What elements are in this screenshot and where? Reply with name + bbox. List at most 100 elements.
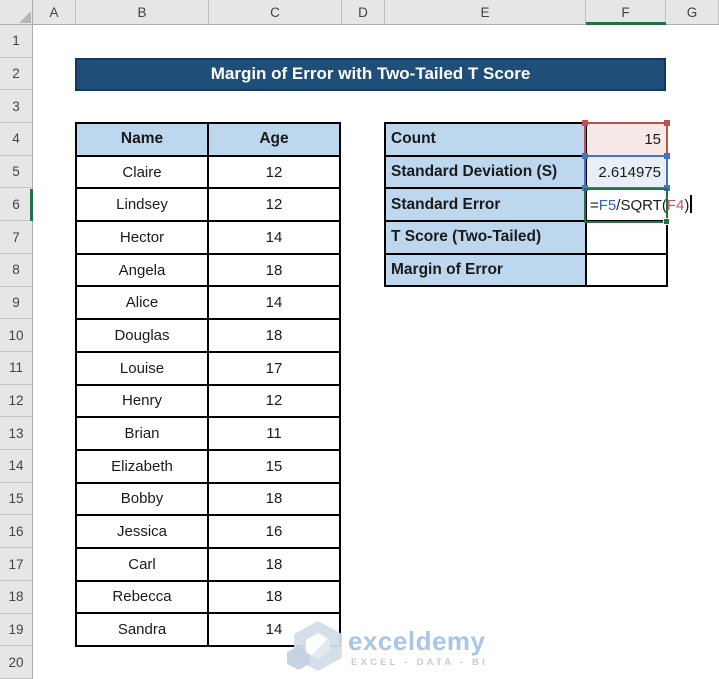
name-cell[interactable]: Sandra	[75, 612, 209, 647]
row-header-12[interactable]: 12	[0, 385, 32, 418]
stat-label-cell[interactable]: Count	[384, 122, 587, 157]
row-headers: 1 2 3 4 5 6 7 8 9 10 11 12 13 14 15 16 17 18 19 20	[0, 25, 33, 679]
stats-table: Count 15 Standard Deviation (S) 2.614975 Sta…	[384, 122, 692, 288]
row-header-18[interactable]: 18	[0, 581, 32, 614]
text-cursor	[690, 195, 692, 214]
row-header-6[interactable]: 6	[0, 189, 32, 222]
age-cell[interactable]: 12	[207, 154, 341, 190]
table-row: Lindsey 12	[75, 187, 341, 223]
age-cell[interactable]: 18	[207, 579, 341, 615]
table-row: Hector 14	[75, 220, 341, 255]
row-header-2[interactable]: 2	[0, 58, 32, 91]
stats-row: Margin of Error	[384, 252, 668, 288]
row-header-9[interactable]: 9	[0, 287, 32, 320]
stat-label-cell[interactable]: Standard Error	[384, 187, 587, 223]
stat-value-cell[interactable]: 2.614975	[585, 154, 668, 190]
table-row: Rebecca 18	[75, 579, 341, 615]
name-cell[interactable]: Jessica	[75, 514, 209, 549]
stats-row: Count 15	[384, 122, 668, 157]
table-row: Angela 18	[75, 252, 341, 288]
name-cell[interactable]: Elizabeth	[75, 448, 209, 484]
title-banner[interactable]: Margin of Error with Two-Tailed T Score	[75, 57, 666, 91]
row-header-3[interactable]: 3	[0, 90, 32, 124]
excel-worksheet: ABCDEFG 1 2 3 4 5 6 7 8 9 10 11 12 13 14 15 16 17 18 19 20 …	[0, 0, 719, 679]
column-header-c[interactable]: C	[209, 0, 342, 24]
row-header-17[interactable]: 17	[0, 548, 32, 581]
formula-token: =	[590, 197, 599, 215]
age-cell[interactable]: 14	[207, 285, 341, 321]
stat-label-cell[interactable]: T Score (Two-Tailed)	[384, 220, 587, 255]
table-row: Henry 12	[75, 383, 341, 419]
name-cell[interactable]: Bobby	[75, 481, 209, 517]
table-header-cell[interactable]: Age	[207, 122, 341, 157]
column-header-g[interactable]: G	[666, 0, 719, 24]
row-header-13[interactable]: 13	[0, 417, 32, 451]
column-header-e[interactable]: E	[385, 0, 586, 24]
row-header-4[interactable]: 4	[0, 123, 32, 156]
age-cell[interactable]: 14	[207, 612, 341, 647]
age-cell[interactable]: 16	[207, 514, 341, 549]
stats-row: T Score (Two-Tailed)	[384, 220, 668, 255]
age-cell[interactable]: 12	[207, 187, 341, 223]
row-header-8[interactable]: 8	[0, 254, 32, 287]
watermark-text: exceldemy EXCEL - DATA - BI	[348, 628, 488, 672]
table-row: Douglas 18	[75, 318, 341, 353]
table-row: Louise 17	[75, 350, 341, 386]
name-cell[interactable]: Douglas	[75, 318, 209, 353]
formula-edit-cell[interactable]: =F5/SQRT(F4)	[585, 187, 692, 223]
formula-token: )	[684, 197, 690, 215]
column-header-a[interactable]: A	[33, 0, 76, 24]
age-cell[interactable]: 18	[207, 252, 341, 288]
watermark-tagline: EXCEL - DATA - BI	[351, 657, 488, 668]
name-cell[interactable]: Rebecca	[75, 579, 209, 615]
column-header-b[interactable]: B	[76, 0, 209, 24]
row-header-1[interactable]: 1	[0, 25, 32, 58]
table-row: Carl 18	[75, 546, 341, 582]
name-cell[interactable]: Lindsey	[75, 187, 209, 223]
stat-value-cell[interactable]	[585, 220, 668, 255]
name-cell[interactable]: Alice	[75, 285, 209, 321]
name-cell[interactable]: Angela	[75, 252, 209, 288]
row-header-11[interactable]: 11	[0, 352, 32, 385]
active-row-indicator	[30, 188, 33, 222]
row-header-19[interactable]: 19	[0, 614, 32, 647]
age-cell[interactable]: 18	[207, 481, 341, 517]
row-header-20[interactable]: 20	[0, 646, 32, 679]
active-column-indicator	[586, 22, 666, 25]
age-cell[interactable]: 15	[207, 448, 341, 484]
age-cell[interactable]: 17	[207, 350, 341, 386]
stats-row: Standard Error =F5/SQRT(F4)	[384, 187, 692, 223]
table-header-cell[interactable]: Name	[75, 122, 209, 157]
row-header-15[interactable]: 15	[0, 483, 32, 516]
column-header-f[interactable]: F	[586, 0, 666, 24]
name-table-header-row: Name Age	[75, 122, 341, 157]
formula-token: F4	[666, 197, 685, 215]
name-cell[interactable]: Carl	[75, 546, 209, 582]
row-header-16[interactable]: 16	[0, 516, 32, 549]
select-all-corner[interactable]	[0, 0, 33, 25]
row-header-5[interactable]: 5	[0, 156, 32, 189]
age-cell[interactable]: 12	[207, 383, 341, 419]
table-row: Claire 12	[75, 154, 341, 190]
stat-value-cell[interactable]	[585, 252, 668, 288]
logo-hexagon-small	[287, 646, 310, 670]
stat-value-cell[interactable]: 15	[585, 122, 668, 157]
column-header-d[interactable]: D	[342, 0, 385, 24]
name-cell[interactable]: Claire	[75, 154, 209, 190]
age-cell[interactable]: 11	[207, 416, 341, 451]
stat-label-cell[interactable]: Standard Deviation (S)	[384, 154, 587, 190]
age-cell[interactable]: 14	[207, 220, 341, 255]
name-cell[interactable]: Louise	[75, 350, 209, 386]
name-cell[interactable]: Hector	[75, 220, 209, 255]
age-cell[interactable]: 18	[207, 546, 341, 582]
age-cell[interactable]: 18	[207, 318, 341, 353]
name-cell[interactable]: Brian	[75, 416, 209, 451]
column-headers: ABCDEFG	[0, 0, 719, 25]
row-header-7[interactable]: 7	[0, 221, 32, 254]
name-cell[interactable]: Henry	[75, 383, 209, 419]
row-header-14[interactable]: 14	[0, 450, 32, 483]
table-row: Brian 11	[75, 416, 341, 451]
table-row: Jessica 16	[75, 514, 341, 549]
row-header-10[interactable]: 10	[0, 319, 32, 352]
stat-label-cell[interactable]: Margin of Error	[384, 252, 587, 288]
